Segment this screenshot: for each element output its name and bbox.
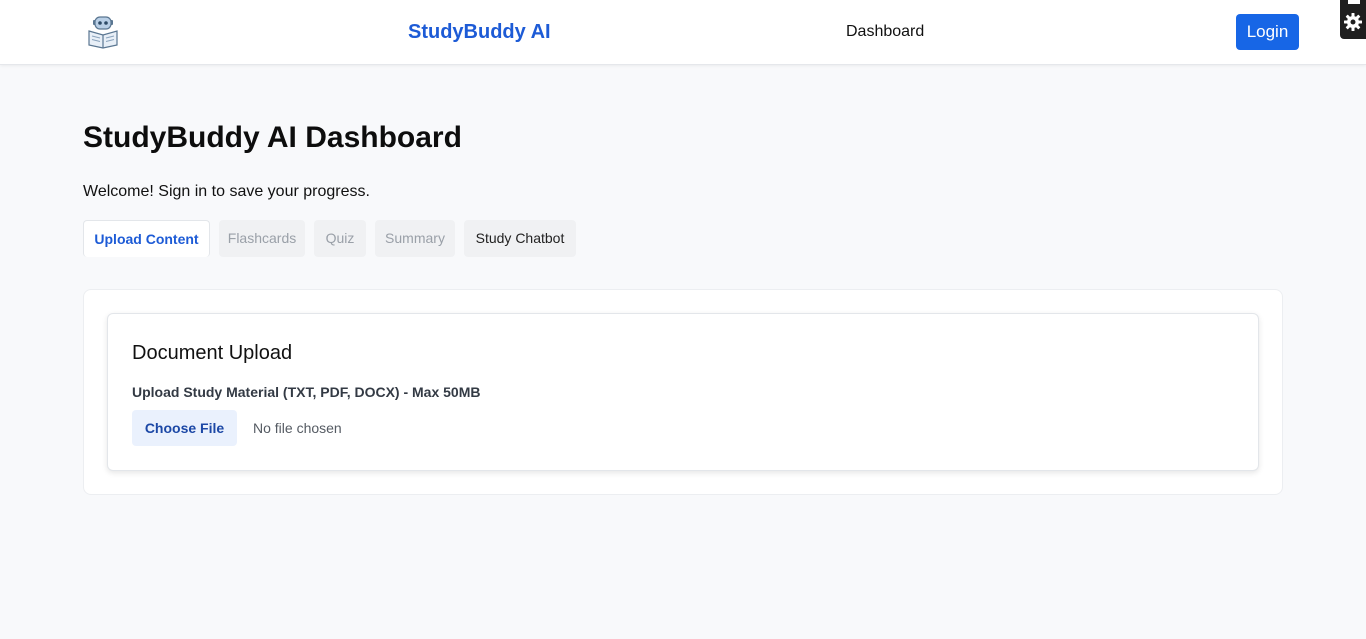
- page-title: StudyBuddy AI Dashboard: [83, 121, 462, 154]
- document-upload-title: Document Upload: [132, 342, 293, 364]
- settings-widget[interactable]: [1340, 0, 1366, 39]
- tab-flashcards[interactable]: Flashcards: [219, 220, 305, 257]
- gear-icon[interactable]: [1343, 12, 1363, 32]
- nav-link-dashboard[interactable]: Dashboard: [846, 23, 924, 41]
- choose-file-button[interactable]: Choose File: [132, 410, 237, 446]
- welcome-message: Welcome! Sign in to save your progress.: [83, 183, 370, 200]
- upload-field-label: Upload Study Material (TXT, PDF, DOCX) -…: [132, 384, 481, 400]
- tab-summary[interactable]: Summary: [375, 220, 455, 257]
- tab-upload-content[interactable]: Upload Content: [83, 220, 210, 257]
- widget-handle: [1348, 0, 1360, 4]
- tab-study-chatbot[interactable]: Study Chatbot: [464, 220, 576, 257]
- file-status-text: No file chosen: [253, 420, 342, 436]
- navbar: StudyBuddy AI Dashboard Login: [0, 0, 1366, 65]
- brand-title[interactable]: StudyBuddy AI: [408, 21, 551, 44]
- tab-quiz[interactable]: Quiz: [314, 220, 366, 257]
- robot-reading-book-icon[interactable]: [85, 14, 121, 50]
- login-button[interactable]: Login: [1236, 14, 1299, 50]
